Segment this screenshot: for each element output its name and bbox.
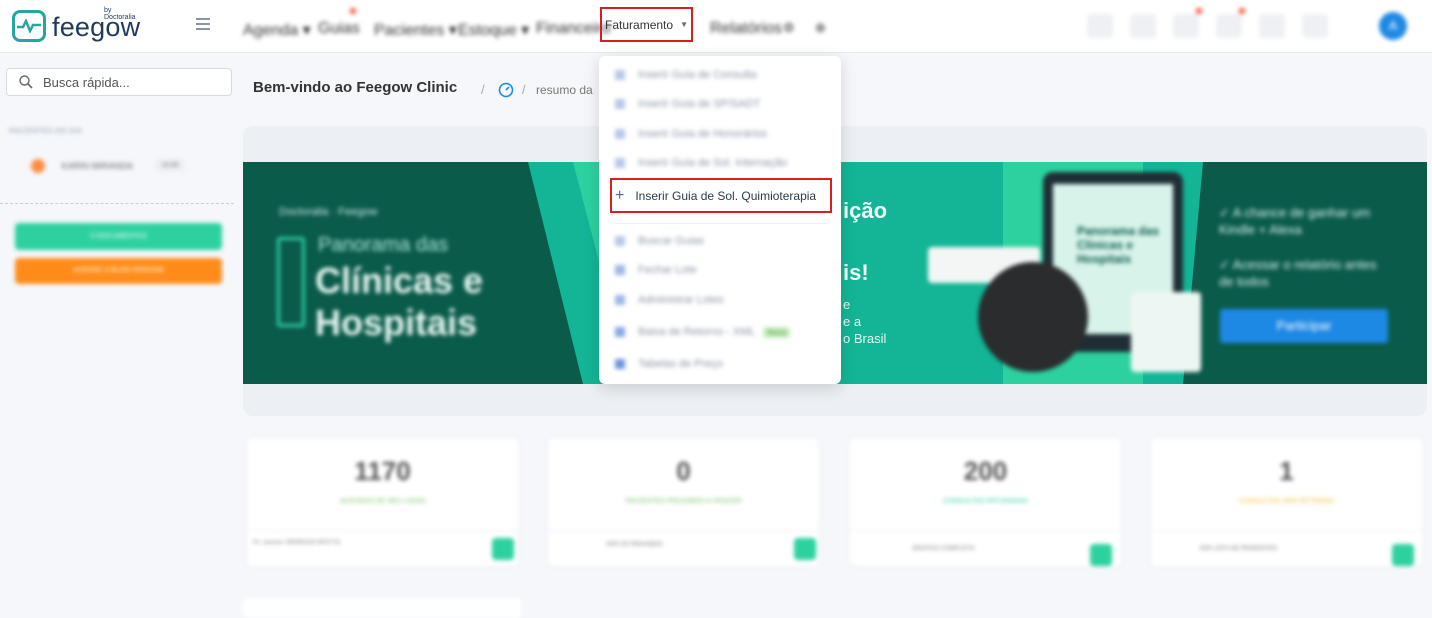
download-icon[interactable] [1216, 14, 1242, 38]
banner-title-1: Clínicas e [315, 260, 484, 301]
pulse-icon [12, 10, 46, 42]
menu-item-guia-sadt[interactable]: Inserir Guia de SP/SADT [599, 90, 841, 118]
quick-search[interactable] [6, 68, 232, 96]
patient-time-badge: 10:00 [155, 159, 185, 173]
cross-icon [277, 237, 305, 327]
plus-icon [615, 129, 625, 139]
stat-action-button[interactable] [794, 538, 816, 560]
logo-byline: by Doctoralia [104, 7, 136, 21]
stat-label: CONSULTAS SEM RETORNO [1238, 498, 1335, 505]
banner-fragment-mid: is! [843, 260, 869, 285]
search-input[interactable] [41, 73, 215, 91]
menu-toggle-icon[interactable] [196, 18, 210, 30]
menu-divider [614, 223, 828, 224]
help-icon[interactable] [1302, 14, 1328, 38]
notification-dot [1239, 8, 1245, 14]
folder-icon [615, 295, 625, 305]
add-icon[interactable]: ⊕ [815, 20, 826, 36]
menu-item-guia-honorarios[interactable]: Inserir Guia de Honorários [599, 120, 841, 148]
nav-guias[interactable]: Guias [318, 20, 360, 38]
faturamento-dropdown: Inserir Guia de Consulta Inserir Guia de… [599, 56, 841, 384]
blog-button[interactable]: ACESSE O BLOG FEEGOW [15, 258, 222, 284]
stat-label: CONSULTAS FATURADAS [942, 498, 1029, 505]
nav-pacientes[interactable]: Pacientes ▾ [374, 20, 457, 40]
stat-value: 200 [963, 456, 1008, 486]
video-icon[interactable] [1130, 14, 1156, 38]
stat-value: 1170 [354, 456, 411, 486]
menu-item-tabelas-preco[interactable]: Tabelas de Preço [599, 350, 841, 378]
keyboard-icon[interactable] [1259, 14, 1285, 38]
menu-item-baixa-retorno[interactable]: Baixa de Retorno - XML Novo [599, 318, 841, 346]
nav-faturamento[interactable]: Faturamento ▼ [600, 7, 693, 42]
documents-button[interactable]: 0 DOCUMENTOS [15, 223, 222, 250]
stat-card: 0 PACIENTES PROXIMOS A VENCER VER OS PRO… [547, 437, 820, 567]
plus-icon: + [615, 186, 625, 204]
patient-status-icon [31, 158, 45, 173]
banner-subtitle: Panorama das [318, 234, 449, 256]
speaker-image [978, 262, 1088, 372]
breadcrumb-separator: / [481, 82, 485, 97]
stat-action-button[interactable] [492, 538, 514, 560]
bottom-card [243, 598, 522, 618]
plus-icon [615, 158, 625, 168]
phone-icon[interactable] [1087, 14, 1113, 38]
menu-item-guia-quimioterapia[interactable]: + Inserir Guia de Sol. Quimioterapia [612, 180, 816, 211]
benefit-2: ✓ Acessar o relatório antes de todos [1219, 257, 1377, 289]
settings-icon[interactable]: ⚙ [783, 20, 795, 36]
stat-value: 0 [676, 456, 691, 486]
breadcrumb-separator: / [522, 82, 526, 97]
plus-icon [615, 99, 625, 109]
stat-footer: GRAFICO COMPLETO [912, 546, 975, 552]
stat-card: 1 CONSULTAS SEM RETORNO VER LISTA DE PEN… [1150, 437, 1423, 567]
avatar[interactable]: A [1379, 12, 1407, 40]
banner-fragment-lines: e e a o Brasil [843, 297, 887, 346]
search-icon [19, 75, 33, 89]
menu-item-buscar-guias[interactable]: Buscar Guias [599, 227, 841, 255]
nav-estoque[interactable]: Estoque ▾ [458, 20, 529, 40]
stat-footer: VER OS PROXIMOS [606, 542, 663, 548]
stat-card: 200 CONSULTAS FATURADAS GRAFICO COMPLETO [849, 437, 1122, 567]
chat-icon[interactable] [1173, 14, 1199, 38]
dashboard-icon[interactable] [498, 82, 514, 103]
benefit-1: ✓ A chance de ganhar um Kindle + Alexa [1219, 205, 1371, 237]
banner-fragment-top: ição [843, 198, 888, 223]
patient-name: KARIN MIRANDA [61, 160, 133, 171]
top-navbar: feegow by Doctoralia Agenda ▾ Guias Paci… [0, 0, 1432, 53]
feegow-logo[interactable]: feegow by Doctoralia [12, 7, 140, 42]
menu-item-label: Inserir Guia de Sol. Quimioterapia [635, 188, 817, 203]
stat-action-button[interactable] [1392, 544, 1414, 566]
stat-action-button[interactable] [1090, 544, 1112, 566]
patient-item[interactable]: KARIN MIRANDA 10:00 [31, 157, 185, 175]
upload-icon [615, 327, 625, 337]
stat-label: PACIENTES PROXIMOS A VENCER [625, 498, 742, 505]
notification-dot [350, 8, 356, 14]
participar-button[interactable]: Participar [1220, 309, 1388, 343]
menu-item-fechar-lote[interactable]: Fechar Lote [599, 256, 841, 284]
page-title: Bem-vindo ao Feegow Clinic [253, 79, 458, 96]
search-icon [615, 236, 625, 246]
notification-dot [1196, 8, 1202, 14]
stat-card: 1170 ACESSOS DE SEU LOGIN Fn. acesso: 09… [246, 437, 519, 567]
plus-icon [615, 70, 625, 80]
banner-brand: Doctoralia · Feegow [279, 206, 378, 218]
banner-title-2: Hospitais [315, 302, 478, 343]
stat-label: ACESSOS DE SEU LOGIN [339, 498, 426, 505]
nav-agenda[interactable]: Agenda ▾ [243, 20, 311, 40]
menu-item-guia-consulta[interactable]: Inserir Guia de Consulta [599, 61, 841, 89]
caret-down-icon: ▼ [680, 20, 688, 29]
stat-footer: VER LISTA DE PENDENTES [1199, 546, 1278, 552]
menu-item-guia-internacao[interactable]: Inserir Guia de Sol. Internação [599, 149, 841, 177]
stat-footer: Fn. acesso: 09/09/2023 09:07:01 [253, 540, 341, 546]
section-label: PACIENTES DO DIA [9, 128, 83, 135]
menu-item-administrar-lotes[interactable]: Administrar Lotes [599, 286, 841, 314]
clipboard-image [1131, 292, 1201, 372]
lock-icon [615, 265, 625, 275]
new-badge: Novo [763, 326, 791, 338]
table-icon [615, 359, 625, 369]
nav-relatorios[interactable]: Relatórios [710, 20, 782, 38]
breadcrumb-sub: resumo da [536, 83, 593, 97]
stat-value: 1 [1279, 456, 1294, 486]
divider [0, 203, 234, 204]
